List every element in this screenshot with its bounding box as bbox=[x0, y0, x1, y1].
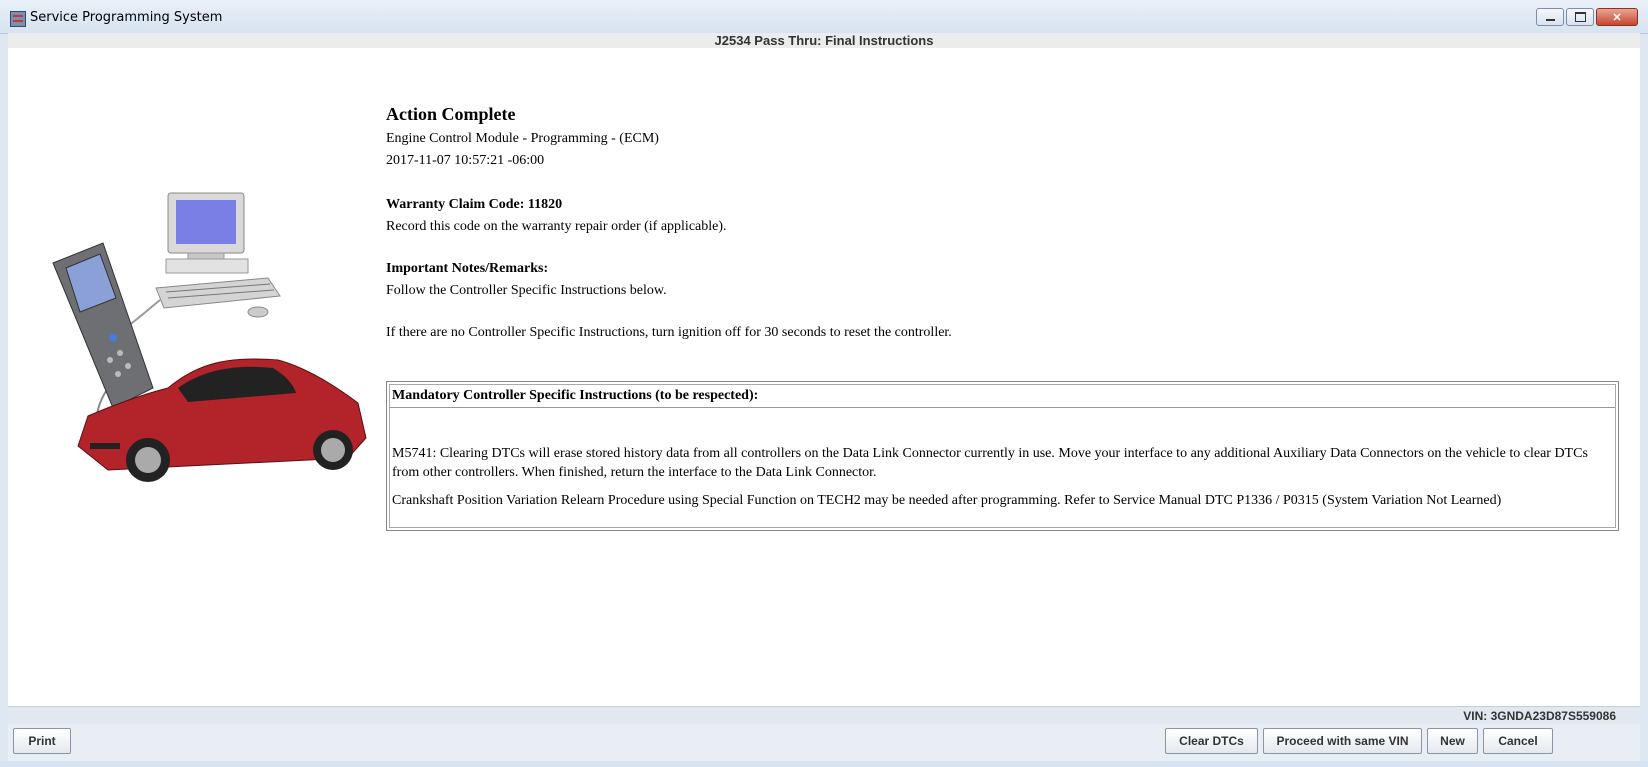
close-icon: ✕ bbox=[1612, 11, 1622, 24]
instruction-item: Crankshaft Position Variation Relearn Pr… bbox=[392, 493, 1502, 508]
instruction-item: M5741: Clearing DTCs will erase stored h… bbox=[392, 446, 1588, 480]
warranty-note: Record this code on the warranty repair … bbox=[386, 219, 727, 234]
maximize-button[interactable] bbox=[1566, 8, 1594, 26]
app-icon bbox=[10, 11, 26, 27]
notes-heading: Important Notes/Remarks: bbox=[386, 261, 549, 276]
close-button[interactable]: ✕ bbox=[1596, 8, 1638, 26]
status-bar: VIN: 3GNDA23D87S559086 bbox=[8, 706, 1640, 724]
scan-tool-icon bbox=[52, 242, 154, 409]
page-title: Action Complete bbox=[386, 104, 516, 124]
minimize-button[interactable] bbox=[1536, 8, 1564, 26]
programming-illustration bbox=[52, 192, 367, 482]
window-titlebar: Service Programming System ✕ bbox=[0, 0, 1648, 34]
instructions-header: Mandatory Controller Specific Instructio… bbox=[390, 385, 1615, 408]
window-controls: ✕ bbox=[1536, 8, 1638, 26]
cancel-button[interactable]: Cancel bbox=[1483, 728, 1553, 754]
module-name: Engine Control Module - Programming - (E… bbox=[386, 131, 659, 146]
result-summary: Action Complete Engine Control Module - … bbox=[386, 104, 1626, 347]
timestamp: 2017-11-07 10:57:21 -06:00 bbox=[386, 153, 545, 168]
clear-dtcs-button[interactable]: Clear DTCs bbox=[1165, 728, 1258, 754]
print-button[interactable]: Print bbox=[13, 728, 71, 754]
window-bottom-edge bbox=[0, 761, 1648, 767]
new-button[interactable]: New bbox=[1427, 728, 1478, 754]
action-bar: Print Clear DTCs Proceed with same VIN N… bbox=[8, 724, 1640, 761]
warranty-claim-code: Warranty Claim Code: 11820 bbox=[386, 197, 563, 212]
maximize-icon bbox=[1574, 12, 1586, 22]
content-panel: Action Complete Engine Control Module - … bbox=[8, 48, 1640, 706]
page-subheader: J2534 Pass Thru: Final Instructions bbox=[8, 33, 1640, 48]
proceed-same-vin-button[interactable]: Proceed with same VIN bbox=[1263, 728, 1422, 754]
ignition-note: If there are no Controller Specific Inst… bbox=[386, 325, 952, 340]
vin-label: VIN: 3GNDA23D87S559086 bbox=[1463, 709, 1616, 723]
computer-icon bbox=[155, 192, 281, 318]
window-title: Service Programming System bbox=[30, 10, 223, 25]
controller-instructions-panel: Mandatory Controller Specific Instructio… bbox=[386, 381, 1619, 531]
notes-text: Follow the Controller Specific Instructi… bbox=[386, 283, 667, 298]
minimize-icon bbox=[1545, 19, 1555, 21]
